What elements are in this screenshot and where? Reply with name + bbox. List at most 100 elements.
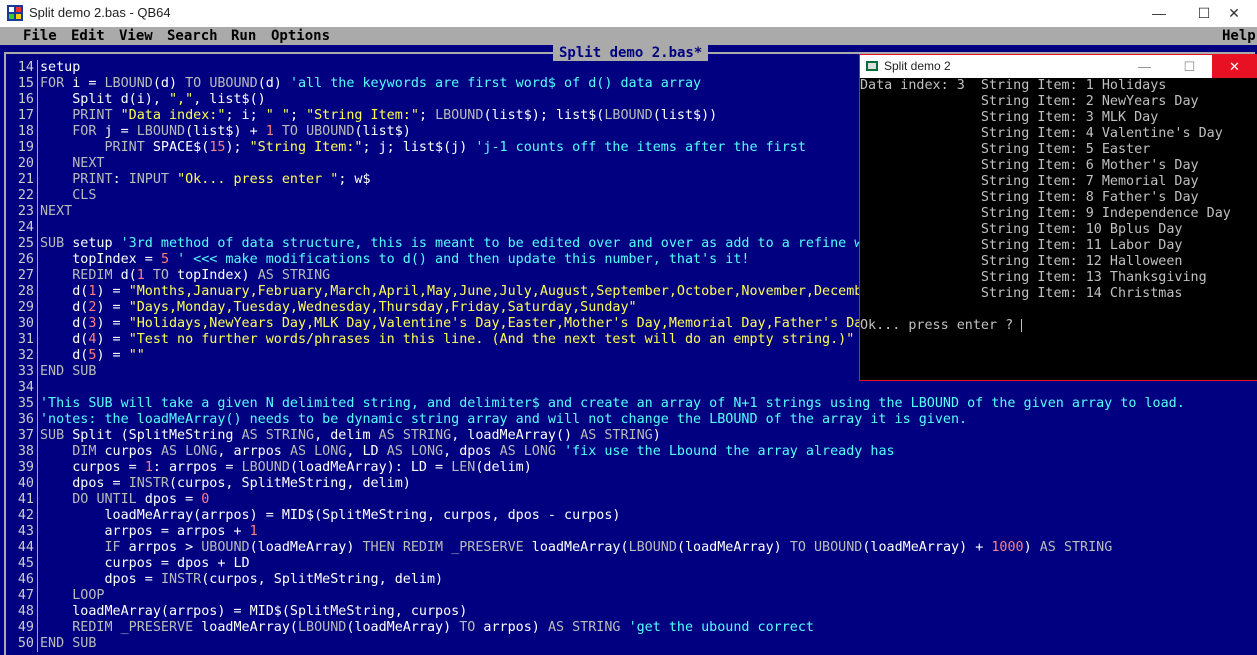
code-line-text[interactable]: dpos = INSTR(curpos, SplitMeString, deli… xyxy=(40,572,443,588)
menu-search[interactable]: Search xyxy=(167,27,218,45)
line-number: 44 xyxy=(17,540,34,555)
gutter-separator xyxy=(37,428,38,444)
console-line: String Item: 6 Mother's Day xyxy=(860,158,1199,173)
code-line-text[interactable]: REDIM d(1 TO topIndex) AS STRING xyxy=(40,268,330,284)
code-line[interactable]: 35 'This SUB will take a given N delimite… xyxy=(6,396,1246,412)
code-line-text[interactable]: Split d(i), ",", list$() xyxy=(40,92,266,108)
code-line-text[interactable]: LOOP xyxy=(40,588,104,604)
code-line-text[interactable]: 'This SUB will take a given N delimited … xyxy=(40,396,1185,412)
menu-view[interactable]: View xyxy=(119,27,153,45)
code-line[interactable]: 49 REDIM _PRESERVE loadMeArray(LBOUND(lo… xyxy=(6,620,1246,636)
console-line: String Item: 10 Bplus Day xyxy=(860,222,1183,237)
code-line[interactable]: 43 arrpos = arrpos + 1 xyxy=(6,524,1246,540)
code-line[interactable]: 38 DIM curpos AS LONG, arrpos AS LONG, L… xyxy=(6,444,1246,460)
code-line[interactable]: 46 dpos = INSTR(curpos, SplitMeString, d… xyxy=(6,572,1246,588)
minimize-button[interactable]: — xyxy=(1136,0,1182,27)
code-line-text[interactable]: curpos = dpos + LD xyxy=(40,556,249,572)
code-line[interactable]: 44 IF arrpos > UBOUND(loadMeArray) THEN … xyxy=(6,540,1246,556)
output-title-bar: Split demo 2 — ☐ ✕ xyxy=(860,55,1257,78)
code-line-text[interactable]: curpos = 1: arrpos = LBOUND(loadMeArray)… xyxy=(40,460,532,476)
code-line-text[interactable]: PRINT "Data index:"; i; " "; "String Ite… xyxy=(40,108,717,124)
gutter-separator xyxy=(37,636,38,652)
code-line-text[interactable]: PRINT: INPUT "Ok... press enter "; w$ xyxy=(40,172,370,188)
code-line[interactable]: 41 DO UNTIL dpos = 0 xyxy=(6,492,1246,508)
menu-bar: File Edit View Search Run Options Help xyxy=(0,27,1257,45)
code-line-text[interactable]: d(5) = "" xyxy=(40,348,145,364)
code-line-text[interactable]: REDIM _PRESERVE loadMeArray(LBOUND(loadM… xyxy=(40,620,814,636)
line-number: 27 xyxy=(17,268,34,283)
code-line[interactable]: 42 loadMeArray(arrpos) = MID$(SplitMeStr… xyxy=(6,508,1246,524)
code-line-text[interactable]: END SUB xyxy=(40,636,96,652)
menu-options[interactable]: Options xyxy=(271,27,330,45)
code-line-text[interactable]: DO UNTIL dpos = 0 xyxy=(40,492,209,508)
code-line-text[interactable]: 'notes: the loadMeArray() needs to be dy… xyxy=(40,412,967,428)
code-line-text[interactable]: d(3) = "Holidays,NewYears Day,MLK Day,Va… xyxy=(40,316,870,332)
code-line[interactable]: 34 xyxy=(6,380,1246,396)
line-number: 43 xyxy=(17,524,34,539)
code-line[interactable]: 36 'notes: the loadMeArray() needs to be … xyxy=(6,412,1246,428)
line-number: 36 xyxy=(17,412,34,427)
menu-run[interactable]: Run xyxy=(231,27,256,45)
document-title: Split demo 2.bas* xyxy=(553,45,709,61)
output-console[interactable]: Data index: 3 String Item: 1 Holidays St… xyxy=(860,78,1257,380)
code-line-text[interactable]: NEXT xyxy=(40,156,104,172)
output-maximize-button[interactable]: ☐ xyxy=(1167,55,1212,78)
close-button[interactable]: ✕ xyxy=(1211,0,1257,27)
code-line-text[interactable]: SUB setup '3rd method of data structure,… xyxy=(40,236,870,252)
window-title: Split demo 2.bas - QB64 xyxy=(29,5,171,20)
line-number: 30 xyxy=(17,316,34,331)
code-line[interactable]: 37 SUB Split (SplitMeString AS STRING, de… xyxy=(6,428,1246,444)
code-line-text[interactable]: loadMeArray(arrpos) = MID$(SplitMeString… xyxy=(40,508,620,524)
code-line-text[interactable]: setup xyxy=(40,60,80,76)
line-number: 17 xyxy=(17,108,34,123)
code-line[interactable]: 40 dpos = INSTR(curpos, SplitMeString, d… xyxy=(6,476,1246,492)
line-number: 35 xyxy=(17,396,34,411)
output-close-button[interactable]: ✕ xyxy=(1212,55,1257,78)
code-line[interactable]: 50 END SUB xyxy=(6,636,1246,652)
code-line-text[interactable]: NEXT xyxy=(40,204,72,220)
code-line-text[interactable]: d(2) = "Days,Monday,Tuesday,Wednesday,Th… xyxy=(40,300,636,316)
line-number: 19 xyxy=(17,140,34,155)
code-line-text[interactable]: FOR i = LBOUND(d) TO UBOUND(d) 'all the … xyxy=(40,76,701,92)
gutter-separator xyxy=(37,220,38,236)
program-output-window[interactable]: Split demo 2 — ☐ ✕ Data index: 3 String … xyxy=(859,54,1257,381)
gutter-separator xyxy=(37,140,38,156)
line-number: 21 xyxy=(17,172,34,187)
output-minimize-button[interactable]: — xyxy=(1122,55,1167,78)
code-line-text[interactable]: IF arrpos > UBOUND(loadMeArray) THEN RED… xyxy=(40,540,1113,556)
menu-edit[interactable]: Edit xyxy=(71,27,105,45)
code-line-text[interactable]: dpos = INSTR(curpos, SplitMeString, deli… xyxy=(40,476,411,492)
window-title-bar: Split demo 2.bas - QB64 — ☐ ✕ xyxy=(0,0,1257,28)
console-line: String Item: 14 Christmas xyxy=(860,286,1183,301)
gutter-separator xyxy=(37,156,38,172)
code-line-text[interactable]: topIndex = 5 ' <<< make modifications to… xyxy=(40,252,749,268)
gutter-separator xyxy=(37,572,38,588)
text-cursor xyxy=(1021,318,1023,332)
code-line-text[interactable]: d(1) = "Months,January,February,March,Ap… xyxy=(40,284,870,300)
code-line-text[interactable]: DIM curpos AS LONG, arrpos AS LONG, LD A… xyxy=(40,444,894,460)
code-line[interactable]: 45 curpos = dpos + LD xyxy=(6,556,1246,572)
gutter-separator xyxy=(37,332,38,348)
code-line[interactable]: 47 LOOP xyxy=(6,588,1246,604)
code-line[interactable]: 39 curpos = 1: arrpos = LBOUND(loadMeArr… xyxy=(6,460,1246,476)
line-number: 20 xyxy=(17,156,34,171)
code-line[interactable]: 48 loadMeArray(arrpos) = MID$(SplitMeStr… xyxy=(6,604,1246,620)
console-line: String Item: 12 Halloween xyxy=(860,254,1183,269)
gutter-separator xyxy=(37,284,38,300)
code-line-text[interactable]: END SUB xyxy=(40,364,96,380)
line-number: 50 xyxy=(17,636,34,651)
menu-help[interactable]: Help xyxy=(1222,27,1256,45)
console-line: Data index: 3 String Item: 1 Holidays xyxy=(860,78,1167,93)
code-line-text[interactable]: loadMeArray(arrpos) = MID$(SplitMeString… xyxy=(40,604,467,620)
code-line-text[interactable]: CLS xyxy=(40,188,96,204)
menu-file[interactable]: File xyxy=(23,27,57,45)
line-number: 48 xyxy=(17,604,34,619)
code-line-text[interactable]: arrpos = arrpos + 1 xyxy=(40,524,257,540)
qb64-app-icon xyxy=(7,5,23,21)
code-line-text[interactable]: d(4) = "Test no further words/phrases in… xyxy=(40,332,854,348)
line-number: 41 xyxy=(17,492,34,507)
code-line-text[interactable]: FOR j = LBOUND(list$) + 1 TO UBOUND(list… xyxy=(40,124,411,140)
code-line-text[interactable]: SUB Split (SplitMeString AS STRING, deli… xyxy=(40,428,661,444)
line-number: 29 xyxy=(17,300,34,315)
code-line-text[interactable]: PRINT SPACE$(15); "String Item:"; j; lis… xyxy=(40,140,806,156)
